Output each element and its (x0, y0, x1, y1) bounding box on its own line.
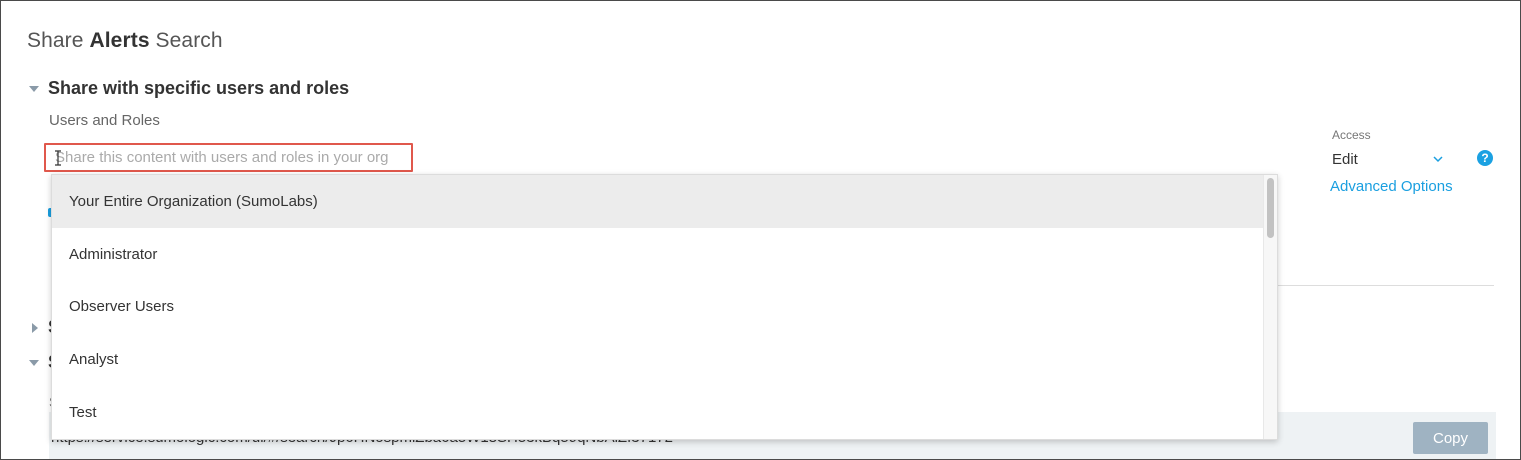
dialog-title: Share Alerts Search (27, 29, 223, 53)
chevron-down-icon (1433, 156, 1443, 163)
dialog-title-prefix: Share (27, 29, 90, 52)
collapse-caret-icon[interactable] (29, 360, 39, 366)
collapse-caret-icon[interactable] (29, 85, 39, 92)
access-label: Access (1332, 128, 1371, 142)
text-cursor-icon (55, 150, 61, 166)
dialog-title-suffix: Search (149, 29, 223, 52)
advanced-options-link[interactable]: Advanced Options (1330, 178, 1453, 195)
help-icon[interactable]: ? (1477, 150, 1493, 166)
share-input-placeholder: Share this content with users and roles … (55, 149, 389, 166)
section-divider (1276, 285, 1494, 286)
scrollbar-thumb[interactable] (1267, 178, 1274, 238)
share-dialog: Share Alerts Search Share with specific … (0, 0, 1521, 460)
share-section-title: Share with specific users and roles (48, 78, 350, 98)
copy-button[interactable]: Copy (1413, 422, 1488, 454)
users-roles-label: Users and Roles (49, 112, 160, 129)
expand-caret-icon[interactable] (32, 323, 38, 333)
dropdown-option-analyst[interactable]: Analyst (52, 333, 1263, 386)
dropdown-option-observer-users[interactable]: Observer Users (52, 280, 1263, 333)
dropdown-scrollbar[interactable] (1263, 175, 1277, 439)
users-roles-dropdown: Your Entire Organization (SumoLabs) Admi… (51, 174, 1278, 440)
dropdown-option-entire-organization[interactable]: Your Entire Organization (SumoLabs) (52, 175, 1263, 228)
access-select[interactable]: Edit (1332, 151, 1454, 173)
dropdown-option-administrator[interactable]: Administrator (52, 228, 1263, 281)
share-users-input[interactable]: Share this content with users and roles … (44, 143, 413, 172)
dialog-title-content-type: Alerts (89, 29, 150, 52)
share-section-header[interactable]: Share with specific users and roles (29, 78, 349, 99)
dropdown-option-test[interactable]: Test (52, 386, 1263, 439)
access-value: Edit (1332, 151, 1358, 168)
